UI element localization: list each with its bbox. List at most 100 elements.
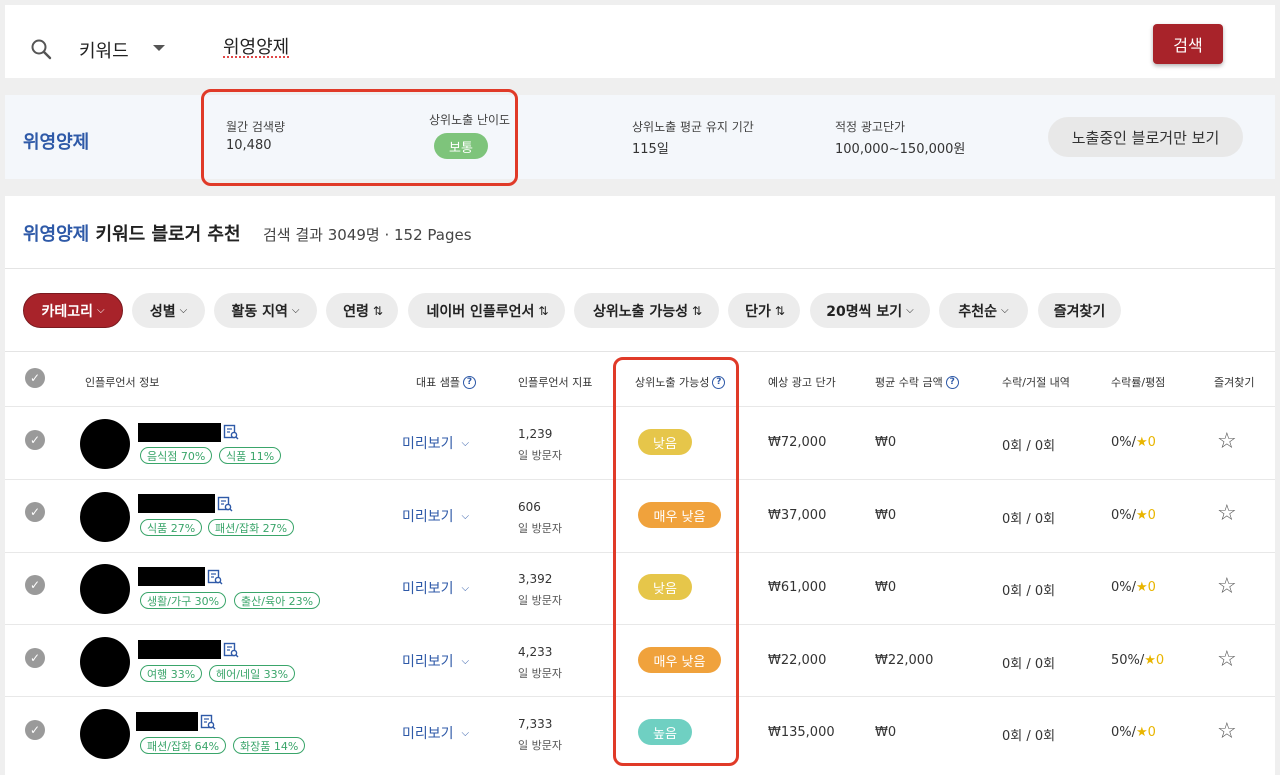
- result-info: 검색 결과 3049명 · 152 Pages: [263, 224, 472, 245]
- search-type-select[interactable]: 키워드: [79, 37, 129, 63]
- rate-cell: 0%/★0: [1111, 435, 1156, 450]
- search-input[interactable]: 위영양제: [223, 33, 823, 61]
- sort-icon: ⇅: [538, 304, 546, 318]
- preview-dropdown[interactable]: 미리보기 ⌵: [402, 578, 469, 598]
- preview-dropdown[interactable]: 미리보기⌵: [402, 723, 469, 743]
- blog-search-icon[interactable]: [207, 569, 223, 585]
- filter-label: 추천순: [958, 301, 997, 321]
- filter-sort-order[interactable]: 추천순⌵: [939, 293, 1028, 328]
- preview-dropdown[interactable]: 미리보기⌵: [402, 506, 469, 526]
- divider: [5, 268, 1275, 269]
- monthly-search-label: 월간 검색량: [226, 118, 285, 135]
- sort-icon: ⇅: [373, 304, 381, 318]
- chevron-down-icon: ⌵: [180, 305, 188, 316]
- redacted-name: [138, 494, 215, 513]
- row-checkbox[interactable]: ✓: [25, 502, 45, 522]
- star-icon[interactable]: ☆: [1217, 719, 1237, 744]
- possibility-badge: 낮음: [638, 429, 692, 455]
- filter-top-possibility[interactable]: 상위노출 가능성⇅: [574, 293, 719, 328]
- visitor-label: 일 방문자: [518, 592, 562, 608]
- filter-region[interactable]: 활동 지역⌵: [214, 293, 317, 328]
- monthly-search-value: 10,480: [226, 138, 272, 153]
- filter-gender[interactable]: 성별⌵: [132, 293, 205, 328]
- history-cell: 0회 / 0회: [1002, 508, 1055, 527]
- avatar: [80, 492, 130, 542]
- category-tag: 헤어/네일 33%: [209, 665, 295, 682]
- recommend-keyword: 위영양제: [23, 224, 89, 245]
- row-checkbox[interactable]: ✓: [25, 648, 45, 668]
- row-checkbox[interactable]: ✓: [25, 575, 45, 595]
- chevron-down-icon: ⌵: [462, 583, 470, 594]
- filter-page-size[interactable]: 20명씩 보기 ⌵: [810, 293, 930, 328]
- header-avg-income-label: 평균 수락 금액: [875, 374, 943, 390]
- filter-label: 활동 지역: [232, 301, 288, 321]
- header-possibility: 상위노출 가능성?: [635, 374, 725, 390]
- ad-price-cell: ₩61,000: [768, 580, 826, 595]
- score-value: ★0: [1136, 435, 1156, 450]
- redacted-name: [138, 423, 221, 442]
- help-icon[interactable]: ?: [712, 376, 725, 389]
- category-tag: 생활/가구 30%: [140, 592, 226, 609]
- filter-label: 즐겨찾기: [1054, 301, 1106, 321]
- rate-cell: 0%/★0: [1111, 580, 1156, 595]
- preview-label: 미리보기: [402, 506, 454, 526]
- filter-label: 20명씩 보기: [826, 301, 902, 321]
- chevron-down-icon[interactable]: [153, 45, 165, 51]
- category-tag: 여행 33%: [140, 665, 202, 682]
- avatar: [80, 419, 130, 469]
- preview-dropdown[interactable]: 미리보기⌵: [402, 433, 469, 453]
- difficulty-badge: 보통: [434, 133, 488, 159]
- row-checkbox[interactable]: ✓: [25, 430, 45, 450]
- preview-label: 미리보기: [402, 723, 454, 743]
- star-icon[interactable]: ☆: [1217, 574, 1237, 599]
- row-checkbox[interactable]: ✓: [25, 720, 45, 740]
- rate-value: 0%/: [1111, 435, 1136, 450]
- divider: [5, 624, 1275, 625]
- blog-search-icon[interactable]: [223, 642, 239, 658]
- search-icon: [29, 37, 53, 61]
- search-bar: 키워드 위영양제 검색: [5, 5, 1275, 78]
- score-value: ★0: [1144, 653, 1164, 668]
- filter-category[interactable]: 카테고리⌵: [23, 293, 123, 328]
- star-icon[interactable]: ☆: [1217, 429, 1237, 454]
- keyword-summary: 위영양제 월간 검색량 10,480 상위노출 난이도 보통 상위노출 평균 유…: [5, 95, 1275, 179]
- ad-price-value: 100,000~150,000원: [835, 138, 965, 157]
- header-rate: 수락률/평점: [1111, 374, 1165, 390]
- avg-income-cell: ₩0: [875, 508, 896, 523]
- filter-age[interactable]: 연령⇅: [326, 293, 398, 328]
- rate-cell: 0%/★0: [1111, 508, 1156, 523]
- possibility-badge: 매우 낮음: [638, 502, 721, 528]
- help-icon[interactable]: ?: [946, 376, 959, 389]
- header-history: 수락/거절 내역: [1002, 374, 1070, 390]
- header-influencer: 인플루언서 정보: [85, 374, 159, 390]
- star-icon[interactable]: ☆: [1217, 501, 1237, 526]
- chevron-down-icon: ⌵: [906, 305, 914, 316]
- divider: [5, 696, 1275, 697]
- recommend-title-text: 키워드 블로거 추천: [89, 224, 240, 245]
- blog-search-icon[interactable]: [223, 424, 239, 440]
- visitor-count: 4,233: [518, 645, 552, 659]
- divider: [5, 479, 1275, 480]
- score-value: ★0: [1136, 508, 1156, 523]
- visitor-count: 606: [518, 500, 541, 514]
- blog-search-icon[interactable]: [200, 714, 216, 730]
- divider: [5, 406, 1275, 407]
- preview-dropdown[interactable]: 미리보기⌵: [402, 651, 469, 671]
- visitor-count: 7,333: [518, 717, 552, 731]
- search-button[interactable]: 검색: [1153, 24, 1223, 64]
- redacted-name: [136, 712, 198, 731]
- help-icon[interactable]: ?: [463, 376, 476, 389]
- filter-naver-influencer[interactable]: 네이버 인플루언서⇅: [408, 293, 565, 328]
- filter-label: 상위노출 가능성: [593, 301, 688, 321]
- exposed-bloggers-button[interactable]: 노출중인 블로거만 보기: [1048, 117, 1243, 157]
- select-all-checkbox[interactable]: ✓: [25, 368, 45, 388]
- blog-search-icon[interactable]: [217, 496, 233, 512]
- visitor-count: 3,392: [518, 572, 552, 586]
- visitor-label: 일 방문자: [518, 520, 562, 536]
- preview-label: 미리보기: [402, 578, 454, 598]
- star-icon[interactable]: ☆: [1217, 647, 1237, 672]
- filter-price[interactable]: 단가⇅: [728, 293, 800, 328]
- score-value: ★0: [1136, 725, 1156, 740]
- filter-favorites[interactable]: 즐겨찾기: [1038, 293, 1121, 328]
- avatar: [80, 709, 130, 759]
